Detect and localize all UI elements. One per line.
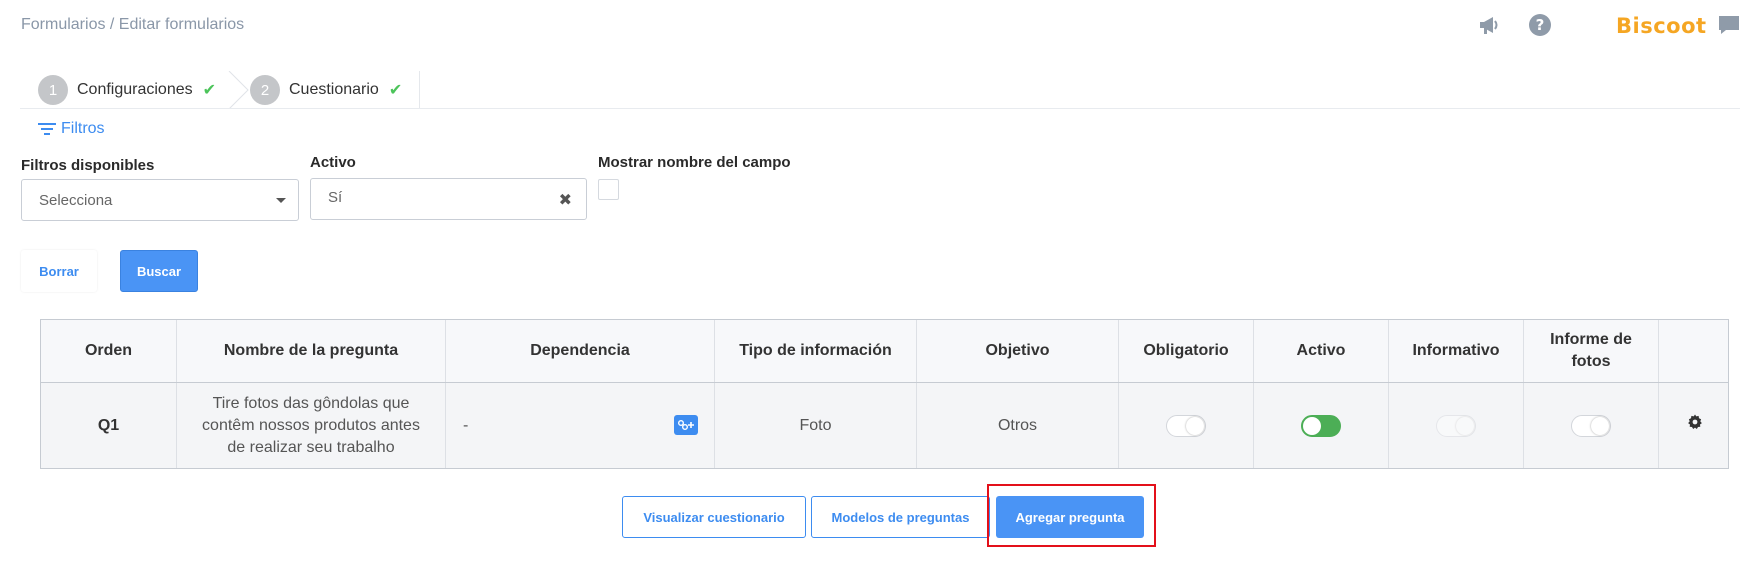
divider (20, 108, 1740, 109)
step-number: 2 (250, 75, 280, 105)
header-icons: ? Biscoot (1458, 10, 1758, 42)
header-objetivo: Objetivo (917, 320, 1119, 382)
header-nombre: Nombre de la pregunta (177, 320, 446, 382)
filter-icon (38, 122, 56, 136)
step-label: Configuraciones (77, 81, 193, 98)
filters-toggle[interactable]: Filtros (38, 120, 105, 138)
stepper: 1 Configuraciones ✔ 2 Cuestionario ✔ (20, 71, 420, 109)
step-number: 1 (38, 75, 68, 105)
available-filters-value: Selecciona (39, 191, 113, 209)
header-dependencia: Dependencia (446, 320, 715, 382)
available-filters-select[interactable]: Selecciona (21, 179, 299, 221)
step-cuestionario[interactable]: 2 Cuestionario ✔ (250, 75, 402, 105)
header-informe-fotos: Informe de fotos (1524, 320, 1659, 382)
informativo-toggle (1436, 414, 1476, 437)
table-header: Orden Nombre de la pregunta Dependencia … (41, 320, 1728, 383)
activo-label: Activo (310, 154, 356, 171)
clear-button[interactable]: Borrar (21, 250, 97, 292)
caret-down-icon (276, 198, 286, 203)
add-question-button[interactable]: Agregar pregunta (996, 496, 1144, 538)
row-tipo: Foto (715, 383, 917, 468)
question-models-button[interactable]: Modelos de preguntas (811, 496, 990, 538)
breadcrumb[interactable]: Formularios / Editar formularios (21, 16, 244, 34)
filters-toggle-label: Filtros (61, 120, 105, 137)
show-field-name-label: Mostrar nombre del campo (598, 154, 791, 171)
step-label: Cuestionario (289, 81, 379, 98)
table-row: Q1 Tire fotos das gôndolas que contêm no… (41, 383, 1728, 468)
row-actions (1659, 383, 1730, 468)
row-nombre: Tire fotos das gôndolas que contêm nosso… (177, 383, 446, 468)
brand-logo: Biscoot (1616, 14, 1707, 38)
row-dependencia-value: - (463, 416, 469, 434)
informe-fotos-toggle[interactable] (1571, 414, 1611, 437)
activo-toggle[interactable] (1301, 414, 1341, 437)
row-nombre-line2: contêm nossos produtos antes (202, 416, 420, 434)
activo-select[interactable]: Sí ✖ (310, 178, 587, 220)
header-informativo: Informativo (1389, 320, 1524, 382)
activo-value: Sí (328, 189, 343, 206)
row-informe-fotos (1524, 383, 1659, 468)
obligatorio-toggle[interactable] (1166, 414, 1206, 437)
row-dependencia: - (446, 383, 715, 468)
header-informe-line2: fotos (1571, 353, 1611, 370)
row-nombre-line1: Tire fotos das gôndolas que (212, 394, 410, 412)
row-nombre-line3: de realizar seu trabalho (227, 438, 395, 456)
header-actions (1659, 320, 1730, 382)
preview-questionnaire-button[interactable]: Visualizar cuestionario (622, 496, 806, 538)
chat-icon[interactable] (1714, 10, 1744, 40)
row-informativo (1389, 383, 1524, 468)
questions-table: Orden Nombre de la pregunta Dependencia … (40, 319, 1729, 469)
available-filters-label: Filtros disponibles (21, 157, 155, 174)
header-orden: Orden (41, 320, 177, 382)
header-informe-line1: Informe de (1550, 331, 1632, 348)
header-obligatorio: Obligatorio (1119, 320, 1254, 382)
step-separator-icon (228, 71, 249, 109)
row-activo (1254, 383, 1389, 468)
row-objetivo: Otros (917, 383, 1119, 468)
step-configuraciones[interactable]: 1 Configuraciones ✔ (38, 75, 216, 105)
search-button[interactable]: Buscar (120, 250, 198, 292)
help-icon[interactable]: ? (1525, 10, 1555, 40)
settings-gear-icon[interactable] (1687, 414, 1703, 437)
clear-icon[interactable]: ✖ (559, 190, 572, 210)
check-icon: ✔ (388, 82, 403, 99)
row-obligatorio (1119, 383, 1254, 468)
show-field-name-checkbox[interactable] (598, 179, 619, 200)
row-orden: Q1 (41, 383, 177, 468)
header-activo: Activo (1254, 320, 1389, 382)
svg-text:?: ? (1536, 16, 1545, 34)
megaphone-icon[interactable] (1475, 10, 1505, 40)
check-icon: ✔ (202, 82, 217, 99)
add-dependency-icon[interactable] (674, 415, 698, 435)
header-tipo: Tipo de información (715, 320, 917, 382)
